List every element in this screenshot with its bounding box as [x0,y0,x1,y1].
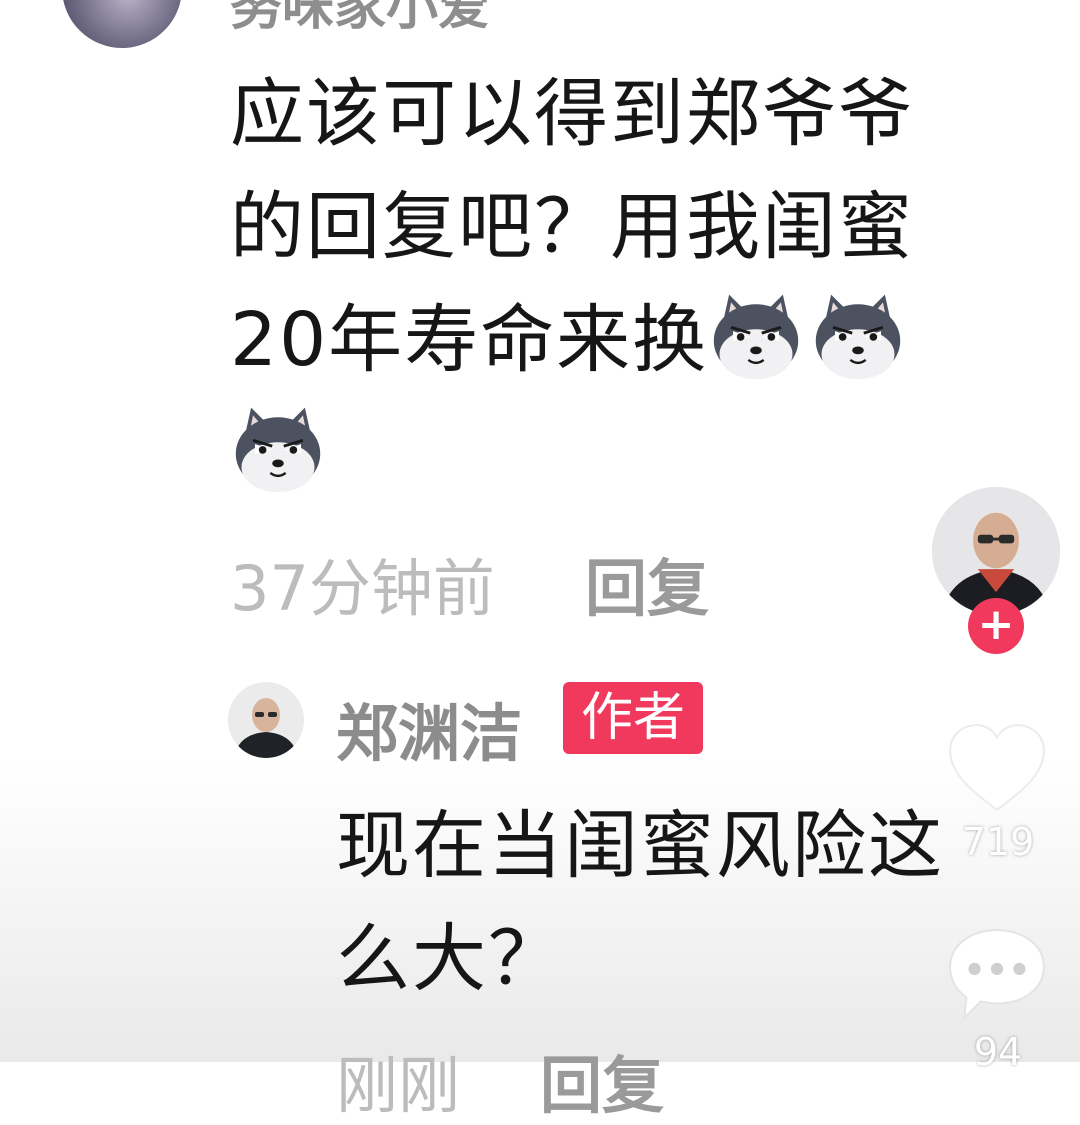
reply-line: 现在当闺蜜风险这 [336,803,944,889]
comment-line: 20年寿命来换 [230,284,990,397]
comment-reply-button[interactable]: 回复 [585,538,709,628]
comment-line-text: 20年寿命来换 [230,297,709,383]
comment-line: 应该可以得到郑爷爷 [230,71,914,157]
dog-emoji-icon [810,287,906,383]
comment-count: 94 [973,1030,1023,1074]
reply-text: 现在当闺蜜风险这 么大？ [336,790,1016,1016]
dog-emoji-icon [230,400,326,496]
like-count: 719 [961,820,1035,864]
comment-timestamp: 37分钟前 [230,552,495,625]
follow-button[interactable]: + [968,598,1024,654]
author-username[interactable]: 郑渊洁 [336,683,522,773]
reply-reply-button[interactable]: 回复 [540,1049,664,1122]
comment-line: 的回复吧？用我闺蜜 [230,184,914,270]
reply-meta: 刚刚 回复 [336,1035,664,1125]
chat-bubble-icon[interactable] [946,926,1048,1022]
comment-text: 应该可以得到郑爷爷 的回复吧？用我闺蜜 20年寿命来换 [230,58,990,510]
dog-emoji-icon [708,287,804,383]
author-badge: 作者 [563,682,703,754]
plus-icon: + [977,599,1015,650]
reply-timestamp: 刚刚 [336,1049,461,1122]
heart-icon[interactable] [946,722,1048,814]
reply-line: 么大？ [336,916,564,1002]
commenter-avatar[interactable] [62,0,182,48]
commenter-username[interactable]: 努味家小爱 [230,0,490,39]
author-avatar[interactable] [228,682,304,758]
comment-line [230,397,990,510]
